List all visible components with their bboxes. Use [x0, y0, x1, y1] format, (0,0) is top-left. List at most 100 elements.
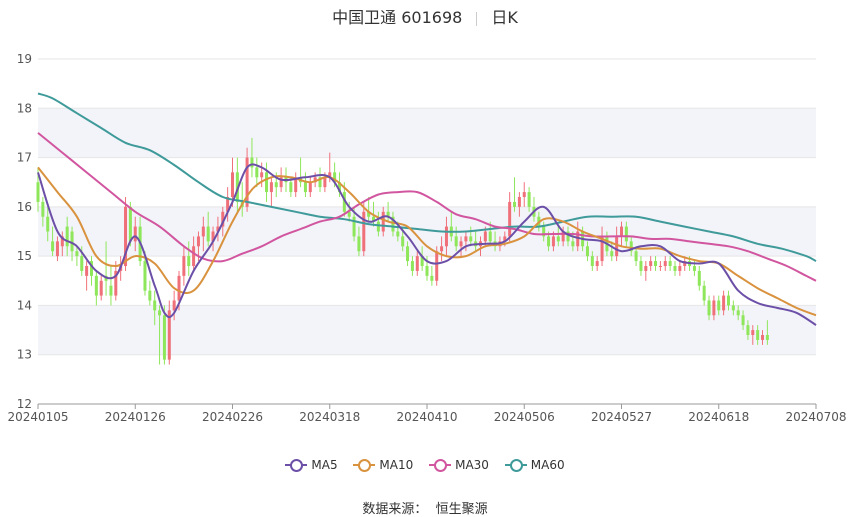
candle-body	[206, 226, 210, 242]
candle-body	[250, 157, 254, 168]
candle-body	[712, 300, 716, 316]
x-tick-label: 20240527	[591, 410, 652, 424]
candle-body	[46, 216, 50, 232]
candle-body	[289, 182, 293, 193]
x-tick-label: 20240410	[396, 410, 457, 424]
y-tick-label: 19	[17, 52, 32, 66]
candle-body	[731, 305, 735, 311]
candle-body	[547, 236, 551, 247]
legend-ma10-marker	[353, 459, 376, 472]
candle-body	[128, 206, 132, 242]
legend-ma10-label: MA10	[379, 458, 414, 472]
legend-ma30-marker	[429, 459, 452, 472]
candle-body	[678, 266, 682, 271]
candle-body	[551, 236, 555, 247]
candle-body	[483, 231, 487, 242]
candle-body	[765, 335, 769, 340]
legend-ma10[interactable]: MA10	[353, 458, 413, 472]
candle-body	[454, 236, 458, 247]
candle-body	[70, 231, 74, 252]
candle-body	[722, 295, 726, 311]
legend-ma5-label: MA5	[311, 458, 338, 472]
candle-body	[469, 236, 473, 242]
candle-body	[51, 241, 55, 252]
candle-body	[459, 241, 463, 247]
legend-ma60-label: MA60	[530, 458, 565, 472]
candle-body	[590, 256, 594, 266]
grid-band	[38, 108, 816, 158]
candle-body	[522, 192, 526, 197]
candle-body	[94, 275, 98, 296]
candle-body	[707, 300, 711, 316]
x-tick-label: 20240506	[494, 410, 555, 424]
y-tick-label: 13	[17, 348, 32, 362]
candle-body	[556, 236, 560, 242]
y-tick-label: 15	[17, 249, 32, 263]
legend-ma5[interactable]: MA5	[285, 458, 338, 472]
legend-ma30[interactable]: MA30	[429, 458, 489, 472]
candle-body	[162, 315, 166, 360]
candle-body	[196, 236, 200, 247]
candle-body	[177, 275, 181, 301]
candle-body	[508, 201, 512, 237]
candle-body	[634, 251, 638, 262]
candle-body	[663, 261, 667, 266]
candle-body	[415, 256, 419, 271]
candle-body	[624, 226, 628, 242]
candle-body	[376, 221, 380, 232]
candle-body	[673, 266, 677, 271]
candle-body	[109, 285, 113, 296]
candle-body	[172, 300, 176, 311]
legend: MA5 MA10 MA30 MA60	[0, 458, 850, 474]
candle-body	[464, 236, 468, 242]
y-tick-label: 12	[17, 397, 32, 411]
candle-body	[585, 246, 589, 257]
x-tick-label: 20240318	[299, 410, 360, 424]
candle-body	[444, 226, 448, 247]
y-tick-label: 18	[17, 101, 32, 115]
candle-body	[488, 231, 492, 242]
candle-body	[639, 261, 643, 271]
candle-body	[644, 266, 648, 271]
candle-body	[75, 251, 79, 257]
candle-body	[65, 226, 69, 247]
candle-body	[697, 270, 701, 286]
x-tick-label: 20240618	[688, 410, 749, 424]
candle-body	[615, 236, 619, 257]
candle-body	[571, 241, 575, 247]
x-tick-label: 20240708	[785, 410, 846, 424]
candle-body	[143, 261, 147, 291]
candle-body	[192, 246, 196, 266]
candle-body	[702, 285, 706, 301]
legend-ma5-marker	[285, 459, 308, 472]
candle-body	[746, 325, 750, 335]
candle-body	[99, 280, 103, 296]
candle-body	[527, 192, 531, 207]
candle-body	[654, 261, 658, 266]
candle-body	[36, 182, 40, 202]
candle-body	[425, 266, 429, 276]
candle-body	[401, 236, 405, 247]
data-source: 数据来源： 恒生聚源	[362, 502, 488, 517]
legend-ma30-label: MA30	[455, 458, 489, 472]
candle-body	[80, 256, 84, 271]
candle-body	[430, 275, 434, 281]
candle-body	[255, 167, 259, 178]
candle-body	[692, 266, 696, 271]
candle-body	[668, 261, 672, 266]
candle-body	[55, 241, 59, 257]
x-tick-label: 20240226	[202, 410, 263, 424]
legend-ma60[interactable]: MA60	[504, 458, 565, 472]
candle-body	[182, 256, 186, 276]
candle-body	[352, 216, 356, 237]
candle-body	[410, 261, 414, 271]
grid-band	[38, 206, 816, 257]
legend-ma60-marker	[504, 459, 527, 472]
candle-body	[717, 300, 721, 311]
x-tick-label: 20240105	[7, 410, 68, 424]
candle-body	[303, 182, 307, 193]
candle-body	[148, 290, 152, 301]
candle-body	[201, 226, 205, 237]
candle-body	[158, 310, 162, 316]
candle-body	[610, 251, 614, 257]
